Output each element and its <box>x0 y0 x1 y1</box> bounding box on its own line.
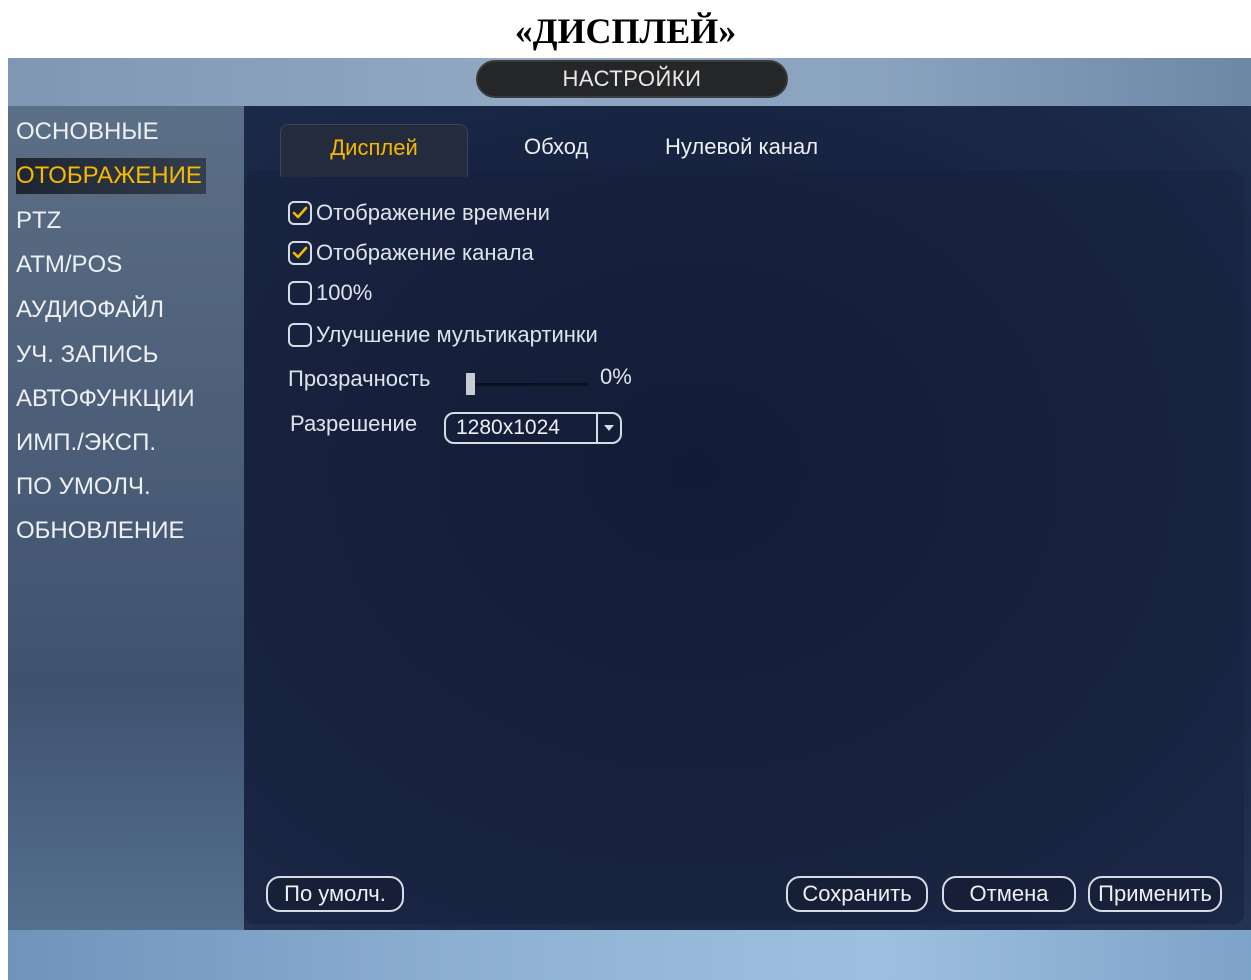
transparency-slider-track[interactable] <box>466 383 588 386</box>
resolution-label: Разрешение <box>290 411 418 436</box>
sidebar-item-display[interactable]: ОТОБРАЖЕНИЕ <box>16 158 206 194</box>
transparency-value: 0% <box>600 364 632 389</box>
window-title: НАСТРОЙКИ <box>476 60 788 98</box>
full-scale-label: 100% <box>316 280 373 305</box>
resolution-select[interactable]: 1280x1024 <box>444 412 622 444</box>
full-scale-checkbox[interactable] <box>288 281 312 305</box>
default-button[interactable]: По умолч. <box>266 876 404 912</box>
sidebar-item-default[interactable]: ПО УМОЛЧ. <box>16 469 151 505</box>
tab-tour[interactable]: Обход <box>524 124 588 176</box>
sidebar-item-auto-maintain[interactable]: АВТОФУНКЦИИ <box>16 381 195 417</box>
sidebar-item-basic[interactable]: ОСНОВНЫЕ <box>16 114 159 150</box>
dvr-settings-screen: НАСТРОЙКИ ОСНОВНЫЕ ОТОБРАЖЕНИЕ PTZ ATM/P… <box>8 58 1251 980</box>
sidebar-item-atm-pos[interactable]: ATM/POS <box>16 247 122 283</box>
channel-display-checkbox[interactable] <box>288 241 312 265</box>
bottom-band <box>8 930 1251 980</box>
sidebar-item-account[interactable]: УЧ. ЗАПИСЬ <box>16 337 158 373</box>
transparency-label: Прозрачность <box>288 366 431 391</box>
multi-enhance-checkbox[interactable] <box>288 323 312 347</box>
time-display-checkbox[interactable] <box>288 201 312 225</box>
tab-zero-channel[interactable]: Нулевой канал <box>665 124 818 176</box>
cancel-button[interactable]: Отмена <box>942 876 1076 912</box>
tab-display[interactable]: Дисплей <box>280 124 468 177</box>
sidebar-item-ptz[interactable]: PTZ <box>16 203 61 239</box>
checkmark-icon <box>292 206 308 219</box>
sidebar-item-import-export[interactable]: ИМП./ЭКСП. <box>16 425 156 461</box>
sidebar-item-audio-file[interactable]: АУДИОФАЙЛ <box>16 292 164 328</box>
apply-button[interactable]: Применить <box>1088 876 1222 912</box>
chevron-down-icon[interactable] <box>596 414 620 442</box>
checkmark-icon <box>292 246 308 259</box>
channel-display-label: Отображение канала <box>316 240 534 265</box>
content-panel <box>244 170 1244 924</box>
channel-display-option[interactable]: Отображение канала <box>288 238 534 268</box>
multi-enhance-label: Улучшение мультикартинки <box>316 322 598 347</box>
time-display-option[interactable]: Отображение времени <box>288 198 550 228</box>
transparency-slider-handle[interactable] <box>466 373 475 395</box>
document-heading: «ДИСПЛЕЙ» <box>514 11 737 51</box>
resolution-value: 1280x1024 <box>456 416 560 439</box>
multi-enhance-option[interactable]: Улучшение мультикартинки <box>288 320 598 350</box>
time-display-label: Отображение времени <box>316 200 550 225</box>
save-button[interactable]: Сохранить <box>786 876 928 912</box>
sidebar-item-upgrade[interactable]: ОБНОВЛЕНИЕ <box>16 513 185 549</box>
full-scale-option[interactable]: 100% <box>288 278 372 308</box>
